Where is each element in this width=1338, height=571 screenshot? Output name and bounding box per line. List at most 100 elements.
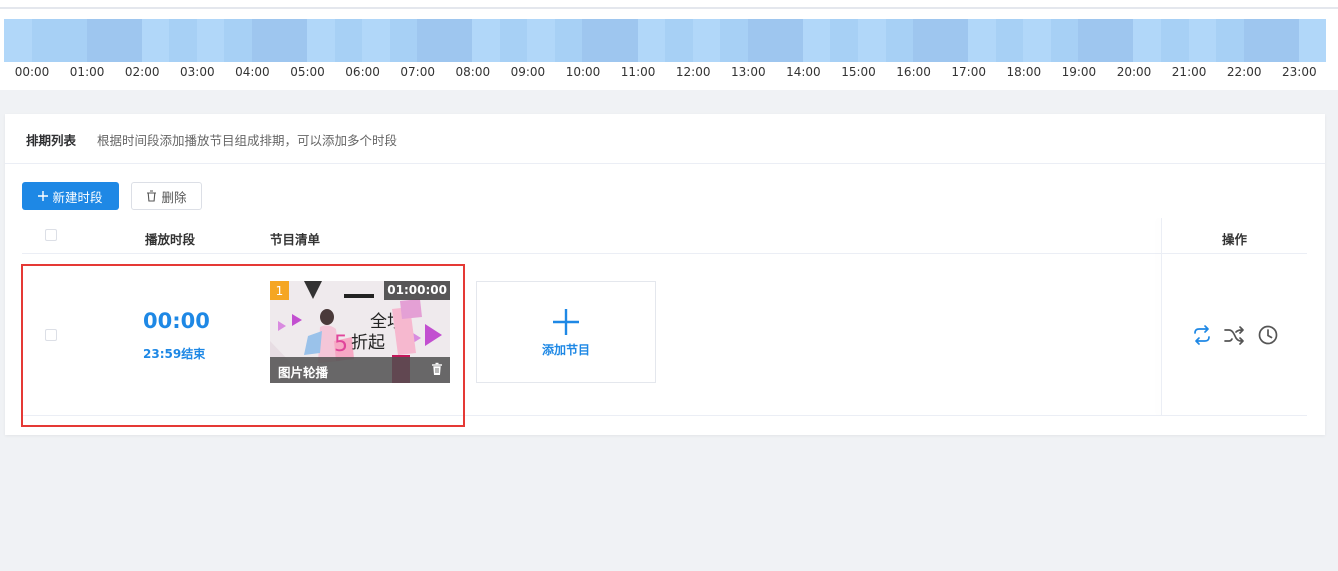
timeline-segment[interactable] (830, 19, 858, 62)
timeline-segment[interactable] (279, 19, 308, 62)
timeline-segment[interactable] (59, 19, 87, 62)
card-title: 排期列表 (26, 133, 77, 148)
column-actions: 操作 (1222, 232, 1248, 247)
timeline-segment[interactable] (802, 19, 831, 62)
card-subtitle: 根据时间段添加播放节目组成排期，可以添加多个时段 (97, 133, 398, 148)
timeline-segment[interactable] (913, 19, 941, 62)
timeline-segment[interactable] (1298, 19, 1327, 62)
timeline-hour-label: 20:00 (1116, 65, 1152, 79)
timeline-segment[interactable] (251, 19, 280, 62)
segment-end-time: 23:59结束 (143, 347, 206, 361)
delete-button[interactable]: 删除 (131, 182, 202, 210)
timeline-segment[interactable] (665, 19, 693, 62)
program-card[interactable]: 全场 5 折起 1 01:00:00 图片轮播 (270, 281, 450, 383)
timeline-segment[interactable] (1243, 19, 1272, 62)
segment-start-time: 00:00 (143, 309, 210, 333)
timeline-hour-label: 06:00 (345, 65, 380, 79)
program-type: 图片轮播 (278, 365, 329, 380)
timeline-segment[interactable] (1160, 19, 1189, 62)
timeline-segment[interactable] (940, 19, 969, 62)
timeline-segment[interactable] (582, 19, 611, 62)
timeline-segment[interactable] (1133, 19, 1161, 62)
table-header: 播放时段 节目清单 操作 (22, 218, 1307, 254)
timeline-segment[interactable] (637, 19, 666, 62)
timeline-hour-label: 23:00 (1282, 65, 1317, 79)
timeline-segment[interactable] (307, 19, 335, 62)
timeline-hour-label: 03:00 (180, 65, 215, 79)
timeline-segment[interactable] (4, 19, 32, 62)
timeline-segment[interactable] (610, 19, 638, 62)
timeline-hour-label: 16:00 (896, 65, 931, 79)
timeline-segment[interactable] (472, 19, 500, 62)
timeline-segment[interactable] (995, 19, 1024, 62)
timeline-segment[interactable] (1050, 19, 1079, 62)
select-all-checkbox[interactable] (45, 229, 57, 241)
timeline-segment[interactable] (389, 19, 418, 62)
new-segment-button[interactable]: 新建时段 (22, 182, 119, 210)
timeline-hour-label: 13:00 (731, 65, 766, 79)
timeline-segment[interactable] (196, 19, 225, 62)
trash-icon (146, 190, 157, 202)
timeline-segment[interactable] (417, 19, 445, 62)
program-duration: 01:00:00 (384, 281, 450, 300)
timeline-segment[interactable] (114, 19, 142, 62)
loop-icon[interactable] (1191, 324, 1213, 346)
timeline-segment[interactable] (31, 19, 60, 62)
timeline-segment[interactable] (1188, 19, 1217, 62)
timeline-segment[interactable] (499, 19, 528, 62)
program-footer: 图片轮播 (270, 357, 450, 383)
timeline-segment[interactable] (554, 19, 583, 62)
thumb-text-3: 折起 (351, 333, 385, 353)
thumb-text-2: 5 (334, 332, 348, 357)
timeline-segment[interactable] (968, 19, 996, 62)
timeline-hour-label: 07:00 (400, 65, 435, 79)
timeline-hour-label: 04:00 (235, 65, 270, 79)
timeline-segment[interactable] (169, 19, 197, 62)
timeline-segment[interactable] (857, 19, 886, 62)
table-row (22, 255, 1307, 416)
timeline-segment[interactable] (1216, 19, 1244, 62)
timeline-hour-label: 18:00 (1006, 65, 1042, 79)
timeline-segment[interactable] (720, 19, 748, 62)
add-program-button[interactable]: 添加节目 (476, 281, 656, 383)
timeline-segment[interactable] (1078, 19, 1106, 62)
timeline-segment[interactable] (224, 19, 252, 62)
column-time: 播放时段 (145, 232, 196, 247)
timeline-hour-label: 00:00 (14, 65, 50, 79)
clock-icon[interactable] (1257, 324, 1279, 346)
timeline-panel: 00:00 01:00 02:00 03:00 04:00 05:00 06:00 07:00… (0, 0, 1338, 90)
timeline-segment[interactable] (444, 19, 473, 62)
timeline-segment[interactable] (362, 19, 390, 62)
timeline-segment[interactable] (1271, 19, 1299, 62)
plus-icon (553, 309, 579, 335)
plus-icon (38, 191, 49, 201)
timeline-segment[interactable] (692, 19, 721, 62)
timeline-hour-label: 01:00 (69, 65, 105, 79)
timeline-segment[interactable] (747, 19, 776, 62)
timeline-segment[interactable] (885, 19, 914, 62)
delete-label: 删除 (161, 189, 187, 205)
timeline-hour-label: 15:00 (841, 65, 876, 79)
timeline-hour-label: 02:00 (124, 65, 160, 79)
timeline-hour-label: 17:00 (951, 65, 986, 79)
timeline-segment[interactable] (527, 19, 555, 62)
shuffle-icon[interactable] (1223, 324, 1245, 346)
new-segment-label: 新建时段 (52, 189, 103, 205)
timeline-hour-label: 10:00 (565, 65, 601, 79)
timeline-segment[interactable] (334, 19, 363, 62)
timeline-segment[interactable] (141, 19, 170, 62)
timeline-hour-label: 21:00 (1171, 65, 1207, 79)
row-checkbox[interactable] (45, 329, 57, 341)
timeline-hour-label: 19:00 (1061, 65, 1097, 79)
column-programs: 节目清单 (270, 232, 321, 247)
timeline-hour-label: 11:00 (620, 65, 656, 79)
timeline-segment[interactable] (775, 19, 803, 62)
timeline-hour-label: 05:00 (290, 65, 325, 79)
trash-icon[interactable] (431, 362, 443, 376)
timeline-segment[interactable] (86, 19, 115, 62)
program-index-badge: 1 (270, 281, 289, 300)
timeline-bar[interactable] (4, 19, 1327, 62)
add-program-label: 添加节目 (541, 343, 590, 357)
timeline-segment[interactable] (1105, 19, 1134, 62)
timeline-segment[interactable] (1023, 19, 1051, 62)
